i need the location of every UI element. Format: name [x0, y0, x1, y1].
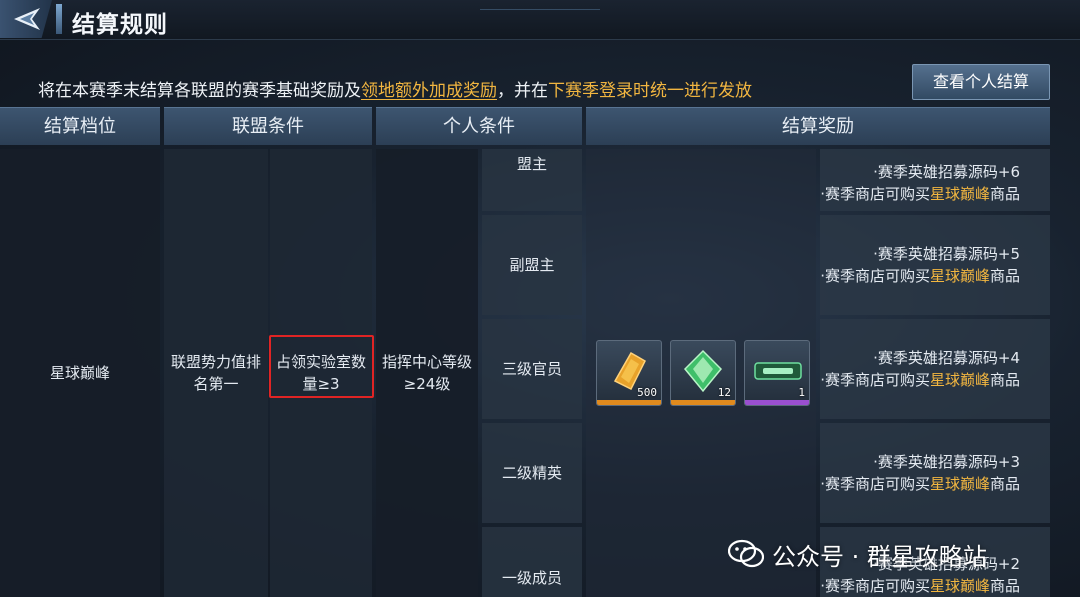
reward-line-shop: ·赛季商店可购买星球巅峰商品: [820, 185, 1020, 203]
watermark-text: 公众号 · 群星攻略站: [772, 542, 987, 571]
reward-text-vice-leader: ·赛季英雄招募源码+5 ·赛季商店可购买星球巅峰商品: [820, 215, 1050, 315]
title-accent: [56, 4, 62, 34]
reward-line-shop: ·赛季商店可购买星球巅峰商品: [820, 475, 1020, 493]
header-personal-condition: 个人条件: [376, 107, 582, 145]
rank-cell-vice-leader: 副盟主: [482, 215, 582, 315]
item-quantity: 500: [637, 386, 657, 399]
territory-bonus-link[interactable]: 领地额外加成奖励: [361, 81, 497, 101]
back-arrow-icon: [14, 8, 40, 30]
wechat-icon: [728, 539, 764, 568]
reward-line-recruit: ·赛季英雄招募源码+3: [873, 453, 1020, 471]
rank-cell-elite: 二级精英: [482, 423, 582, 523]
item-quantity: 12: [717, 386, 731, 399]
reward-line-shop: ·赛季商店可购买星球巅峰商品: [820, 371, 1020, 389]
reward-text-elite: ·赛季英雄招募源码+3 ·赛季商店可购买星球巅峰商品: [820, 423, 1050, 523]
header-decoration: [480, 0, 600, 10]
highlight-box: [269, 335, 374, 398]
tier-cell: 星球巅峰: [0, 149, 160, 597]
rank-cell-officer: 三级官员: [482, 319, 582, 419]
reward-text-leader: ·赛季英雄招募源码+6 ·赛季商店可购买星球巅峰商品: [820, 149, 1050, 211]
header-tier: 结算档位: [0, 107, 160, 145]
reward-line-shop: ·赛季商店可购买星球巅峰商品: [820, 267, 1020, 285]
rarity-bar: [671, 400, 735, 405]
reward-line-recruit: ·赛季英雄招募源码+4: [873, 349, 1020, 367]
personal-condition-cell: 指挥中心等级≥24级: [376, 149, 478, 597]
back-button[interactable]: [0, 0, 52, 38]
header-bar: 结算规则: [0, 0, 1080, 40]
settlement-notice: 将在本赛季末结算各联盟的赛季基础奖励及领地额外加成奖励，并在下赛季登录时统一进行…: [38, 76, 752, 101]
notice-highlight: 下赛季登录时统一进行发放: [548, 81, 752, 101]
reward-item-gold-crystal[interactable]: 500: [596, 340, 662, 406]
alliance-condition-1: 联盟势力值排名第一: [170, 353, 261, 393]
rank-cell-member: 一级成员: [482, 527, 582, 597]
rank-label: 三级官员: [501, 360, 562, 378]
rank-label: 盟主: [516, 155, 547, 173]
header-alliance-condition: 联盟条件: [164, 107, 372, 145]
personal-condition: 指挥中心等级≥24级: [381, 353, 472, 393]
rarity-bar: [745, 400, 809, 405]
alliance-condition-1-cell: 联盟势力值排名第一: [164, 149, 268, 597]
emblem-plate-icon: [754, 362, 802, 380]
notice-text-1: 将在本赛季末结算各联盟的赛季基础奖励及: [38, 81, 361, 101]
page-title: 结算规则: [72, 12, 168, 38]
rarity-bar: [597, 400, 661, 405]
reward-text-officer: ·赛季英雄招募源码+4 ·赛季商店可购买星球巅峰商品: [820, 319, 1050, 419]
reward-line-recruit: ·赛季英雄招募源码+6: [873, 163, 1020, 181]
view-personal-settlement-button[interactable]: 查看个人结算: [912, 64, 1050, 100]
tier-label: 星球巅峰: [49, 364, 110, 382]
reward-item-green-crystal[interactable]: 12: [670, 340, 736, 406]
rank-cell-leader: 盟主: [482, 149, 582, 211]
rank-label: 一级成员: [501, 569, 562, 587]
reward-line-recruit: ·赛季英雄招募源码+5: [873, 245, 1020, 263]
reward-item-emblem-plate[interactable]: 1: [744, 340, 810, 406]
item-quantity: 1: [798, 386, 805, 399]
notice-text-2: ，并在: [497, 81, 548, 101]
reward-line-shop: ·赛季商店可购买星球巅峰商品: [820, 577, 1020, 595]
header-settlement-reward: 结算奖励: [586, 107, 1050, 145]
rank-label: 副盟主: [509, 256, 555, 274]
watermark: 公众号 · 群星攻略站: [728, 536, 987, 572]
rank-label: 二级精英: [501, 464, 562, 482]
